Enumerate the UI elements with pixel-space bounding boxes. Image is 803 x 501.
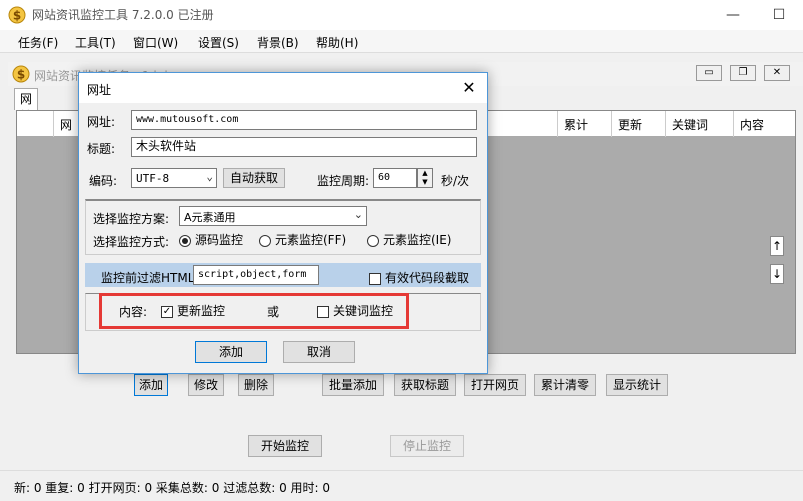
chevron-down-icon: ⌄ [353, 208, 363, 221]
stop-monitor-button: 停止监控 [390, 435, 464, 457]
period-input[interactable]: 60 [373, 168, 417, 188]
update-monitor-label: 更新监控 [177, 304, 226, 318]
dialog-cancel-button[interactable]: 取消 [283, 341, 355, 363]
encoding-select[interactable]: UTF-8 ⌄ [131, 168, 217, 188]
minimize-icon[interactable]: — [710, 0, 756, 30]
window-title-bar: $ 网站资讯监控工具 7.2.0.0 已注册 — ☐ [0, 0, 803, 30]
show-stats-button[interactable]: 显示统计 [606, 374, 668, 396]
valid-code-checkbox[interactable]: 有效代码段截取 [369, 269, 469, 286]
update-monitor-checkbox[interactable]: ✓ 更新监控 [161, 302, 225, 319]
method-option-source[interactable]: 源码监控 [179, 231, 243, 248]
dialog-title-bar: 网址 ✕ [79, 73, 487, 103]
radio-icon [259, 234, 271, 247]
period-label: 监控周期: [317, 174, 370, 188]
edit-button[interactable]: 修改 [188, 374, 224, 396]
method-option-ff-label: 元素监控(FF) [275, 233, 347, 247]
encoding-value: UTF-8 [136, 172, 170, 185]
menu-background[interactable]: 背景(B) [257, 34, 299, 51]
delete-button[interactable]: 删除 [238, 374, 274, 396]
scheme-value: A元素通用 [184, 211, 236, 224]
menu-window[interactable]: 窗口(W) [133, 34, 178, 51]
title-input[interactable]: 木头软件站 [131, 137, 477, 157]
grid-col-content[interactable]: 内容 [733, 111, 795, 137]
menu-help[interactable]: 帮助(H) [316, 34, 358, 51]
menu-tools[interactable]: 工具(T) [75, 34, 116, 51]
encoding-label: 编码: [89, 174, 118, 188]
title-label: 标题: [87, 142, 116, 156]
period-unit: 秒/次 [441, 174, 470, 188]
content-label: 内容: [119, 305, 148, 319]
method-option-source-label: 源码监控 [195, 233, 244, 247]
open-page-button[interactable]: 打开网页 [464, 374, 526, 396]
method-option-ie[interactable]: 元素监控(IE) [367, 231, 452, 248]
batch-add-button[interactable]: 批量添加 [322, 374, 384, 396]
url-dialog: 网址 ✕ 网址: www.mutousoft.com 标题: 木头软件站 编码:… [78, 72, 488, 374]
grid-col-index[interactable] [17, 111, 53, 137]
keyword-monitor-checkbox[interactable]: 关键词监控 [317, 302, 393, 319]
grid-col-keyword[interactable]: 关键词 [665, 111, 733, 137]
window-title: 网站资讯监控工具 7.2.0.0 已注册 [32, 8, 214, 22]
valid-code-label: 有效代码段截取 [385, 271, 470, 285]
menu-bar: 任务(F) 工具(T) 窗口(W) 设置(S) 背景(B) 帮助(H) [0, 30, 803, 53]
status-bar: 新: 0 重复: 0 打开网页: 0 采集总数: 0 过滤总数: 0 用时: 0 [0, 470, 803, 501]
svg-text:$: $ [13, 9, 21, 23]
dollar-child-icon: $ [12, 65, 30, 83]
child-minimize-icon[interactable]: ▭ [696, 65, 722, 81]
method-label: 选择监控方式: [93, 235, 170, 249]
move-down-button[interactable]: ↓ [770, 264, 784, 284]
filter-input[interactable]: script,object,form [193, 265, 319, 285]
method-option-ff[interactable]: 元素监控(FF) [259, 231, 346, 248]
checkbox-icon [369, 272, 381, 285]
checkmark-icon: ✓ [161, 305, 173, 318]
chevron-down-icon: ⌄ [206, 170, 213, 183]
method-option-ie-label: 元素监控(IE) [383, 233, 452, 247]
scheme-label: 选择监控方案: [93, 212, 170, 226]
child-restore-icon[interactable]: ❐ [730, 65, 756, 81]
url-input[interactable]: www.mutousoft.com [131, 110, 477, 130]
dollar-app-icon: $ [8, 6, 26, 24]
maximize-icon[interactable]: ☐ [756, 0, 802, 30]
grid-col-update[interactable]: 更新 [611, 111, 665, 137]
or-label: 或 [267, 305, 280, 319]
menu-settings[interactable]: 设置(S) [198, 34, 239, 51]
status-text: 新: 0 重复: 0 打开网页: 0 采集总数: 0 过滤总数: 0 用时: 0 [14, 481, 331, 495]
scheme-select[interactable]: A元素通用 ⌄ [179, 206, 367, 226]
auto-detect-button[interactable]: 自动获取 [223, 168, 285, 188]
start-monitor-button[interactable]: 开始监控 [248, 435, 322, 457]
radio-icon [367, 234, 379, 247]
move-up-button[interactable]: ↑ [770, 236, 784, 256]
child-close-icon[interactable]: ✕ [764, 65, 790, 81]
menu-task[interactable]: 任务(F) [18, 34, 58, 51]
radio-selected-icon [179, 234, 191, 247]
svg-text:$: $ [17, 68, 25, 82]
period-spinner[interactable]: ▲ ▼ [417, 168, 433, 188]
grid-col-count[interactable]: 累计 [557, 111, 611, 137]
dialog-title: 网址 [87, 83, 112, 97]
tab-url-management[interactable]: 网址管理 [14, 88, 39, 157]
url-label: 网址: [87, 115, 116, 129]
clear-count-button[interactable]: 累计清零 [534, 374, 596, 396]
add-button[interactable]: 添加 [134, 374, 168, 396]
dialog-add-button[interactable]: 添加 [195, 341, 267, 363]
close-icon[interactable]: ✕ [455, 75, 483, 101]
filter-label: 监控前过滤HTML [101, 271, 195, 285]
checkbox-icon [317, 305, 329, 318]
get-title-button[interactable]: 获取标题 [394, 374, 456, 396]
keyword-monitor-label: 关键词监控 [333, 304, 394, 318]
